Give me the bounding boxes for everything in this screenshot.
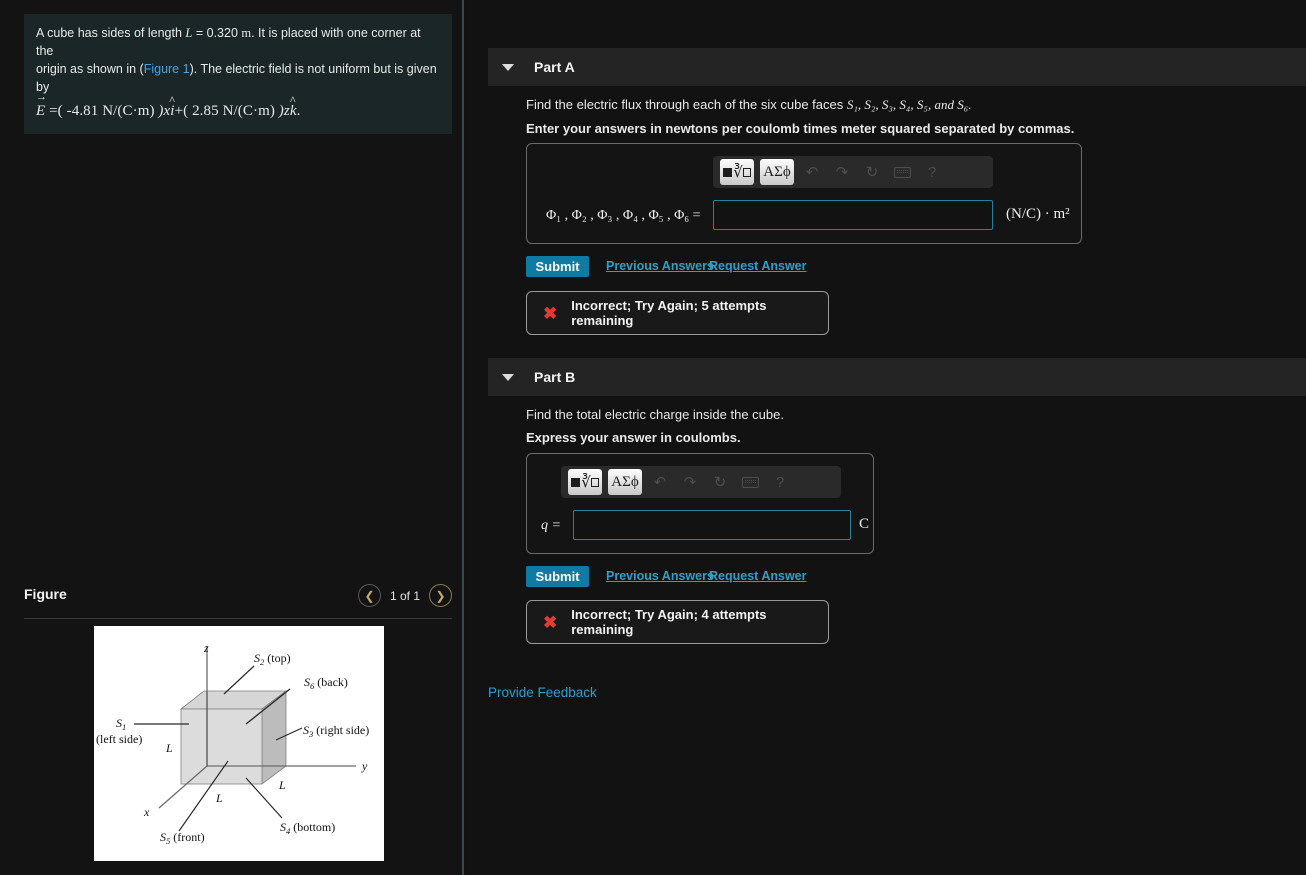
k-hat-symbol: k (290, 101, 297, 123)
part-b-question: Find the total electric charge inside th… (526, 407, 784, 422)
keyboard-icon[interactable] (735, 469, 765, 495)
part-b-title: Part B (534, 369, 576, 385)
part-a-alert-text: Incorrect; Try Again; 5 attempts remaini… (571, 298, 767, 328)
axis-label-z: z (203, 641, 209, 655)
eq-mid: )x (154, 102, 171, 119)
problem-text-a: A cube has sides of length (36, 26, 186, 40)
template-icon[interactable]: ∛ (720, 159, 754, 185)
redo-icon[interactable]: ↷ (675, 469, 705, 495)
part-a-answer-input[interactable] (713, 200, 993, 230)
part-a-question: Find the electric flux through each of t… (526, 97, 971, 113)
part-b-header[interactable]: Part B (488, 358, 1306, 396)
reset-icon[interactable]: ↻ (705, 469, 735, 495)
keyboard-icon[interactable] (887, 159, 917, 185)
part-a-submit-button[interactable]: Submit (526, 256, 589, 277)
part-b-field-label: q = (541, 518, 561, 533)
help-icon[interactable]: ? (917, 159, 947, 185)
axis-label-x: x (143, 805, 150, 819)
label-s1-note: (left side) (96, 732, 142, 746)
figure-header: Figure ❮ 1 of 1 ❯ (24, 584, 452, 620)
part-a-field-label: Φ₁ , Φ₂ , Φ₃ , Φ₄ , Φ₅ , Φ₆ = (546, 208, 701, 223)
axis-label-y: y (361, 759, 368, 773)
part-a-header[interactable]: Part A (488, 48, 1306, 86)
part-b-math-toolbar: ∛ ΑΣϕ ↶ ↷ ↻ ? (561, 466, 841, 498)
problem-line-2: origin as shown in (Figure 1). The elect… (36, 60, 440, 96)
part-a-instruction: Enter your answers in newtons per coulom… (526, 121, 1075, 136)
help-icon[interactable]: ? (765, 469, 795, 495)
left-panel: A cube has sides of length L = 0.320 m. … (0, 0, 464, 875)
part-b-request-answer-link[interactable]: Request Answer (709, 569, 806, 583)
part-b-answer-input[interactable] (573, 510, 851, 540)
part-a-title: Part A (534, 59, 575, 75)
problem-text-d: origin as shown in ( (36, 62, 144, 77)
eq-sign: =( (45, 102, 67, 119)
label-L-left: L (165, 741, 173, 755)
problem-line-1: A cube has sides of length L = 0.320 m. … (36, 24, 440, 60)
part-a-question-text: Find the electric flux through each of t… (526, 97, 847, 112)
part-a-math-toolbar: ∛ ΑΣϕ ↶ ↷ ↻ ? (713, 156, 993, 188)
label-L-front: L (215, 791, 223, 805)
error-x-icon: ✖ (543, 612, 558, 632)
undo-icon[interactable]: ↶ (797, 159, 827, 185)
chevron-down-icon[interactable] (502, 373, 514, 381)
template-icon[interactable]: ∛ (568, 469, 602, 495)
eq-plus: +( (174, 102, 193, 119)
part-a-request-answer-link[interactable]: Request Answer (709, 259, 806, 273)
redo-icon[interactable]: ↷ (827, 159, 857, 185)
problem-text-b: = 0.320 (192, 26, 242, 40)
chevron-down-icon[interactable] (502, 63, 514, 71)
unit-meters: m (241, 26, 252, 40)
label-s3: S3 (right side) (303, 723, 369, 739)
greek-symbols-button[interactable]: ΑΣϕ (760, 159, 794, 185)
chevron-left-icon[interactable]: ❮ (357, 584, 381, 607)
problem-statement: A cube has sides of length L = 0.320 m. … (24, 14, 452, 135)
provide-feedback-link[interactable]: Provide Feedback (488, 685, 597, 700)
undo-icon[interactable]: ↶ (645, 469, 675, 495)
eq-mid2: )z (274, 102, 290, 119)
right-panel: Part A Find the electric flux through ea… (466, 0, 1306, 875)
part-a-feedback-alert: ✖ Incorrect; Try Again; 5 attempts remai… (526, 291, 829, 335)
part-b-answer-box: ∛ ΑΣϕ ↶ ↷ ↻ ? q = C (526, 453, 874, 554)
figure-image[interactable]: z y x S2 (top) S6 (back) S3 (right side)… (94, 626, 384, 861)
reset-icon[interactable]: ↻ (857, 159, 887, 185)
chevron-right-icon[interactable]: ❯ (429, 584, 452, 607)
figure-1-link[interactable]: Figure 1 (144, 62, 190, 76)
eq-period: . (296, 102, 301, 119)
part-a-previous-answers-link[interactable]: Previous Answers (606, 259, 714, 273)
part-a-face-symbols: S₁, S₂, S₃, S₄, S₅, and S₆. (846, 97, 972, 112)
part-b-previous-answers-link[interactable]: Previous Answers (606, 569, 714, 583)
part-b-submit-button[interactable]: Submit (526, 566, 589, 587)
part-a-answer-box: ∛ ΑΣϕ ↶ ↷ ↻ ? Φ₁ , Φ₂ , Φ₃ , Φ₄ , Φ₅ , Φ… (526, 143, 1082, 244)
field-equation: E =( -4.81 N/(C·m) )xi+( 2.85 N/(C·m) )z… (36, 90, 440, 123)
figure-divider (24, 618, 452, 619)
figure-page-count: 1 of 1 (389, 588, 420, 603)
part-b-alert-text: Incorrect; Try Again; 4 attempts remaini… (571, 607, 767, 637)
part-a-units: (N/C) · m² (1006, 206, 1070, 222)
coefficient-x: -4.81 N/(C·m) (66, 102, 155, 119)
figure-pager: ❮ 1 of 1 ❯ (357, 584, 452, 607)
vector-E-symbol: E (36, 90, 47, 123)
greek-symbols-button[interactable]: ΑΣϕ (608, 469, 642, 495)
page-root: A cube has sides of length L = 0.320 m. … (0, 0, 1306, 875)
figure-title: Figure (24, 586, 67, 602)
coefficient-z: 2.85 N/(C·m) (192, 102, 275, 119)
label-s2: S2 (top) (254, 651, 291, 667)
i-hat-symbol: i (170, 101, 174, 123)
part-b-feedback-alert: ✖ Incorrect; Try Again; 4 attempts remai… (526, 600, 829, 644)
error-x-icon: ✖ (543, 303, 558, 323)
part-b-units: C (859, 516, 870, 532)
part-b-instruction: Express your answer in coulombs. (526, 430, 741, 445)
label-L-right: L (278, 778, 286, 792)
